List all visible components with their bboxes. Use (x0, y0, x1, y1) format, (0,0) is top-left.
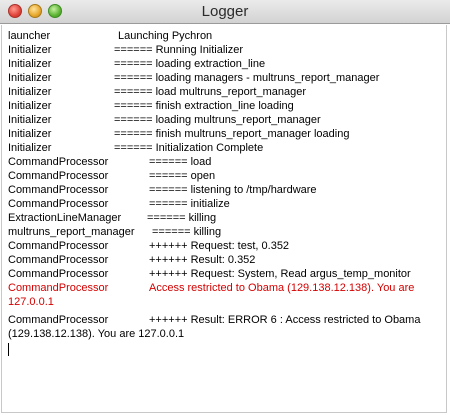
log-message: ====== load (149, 156, 212, 168)
log-source: Initializer (8, 58, 52, 70)
log-source: multruns_report_manager (8, 226, 135, 238)
log-line: Initializer ====== loading extraction_lin… (8, 57, 442, 71)
log-line: CommandProcessor ++++++ Result: 0.352 (8, 253, 442, 267)
log-source: Initializer (8, 114, 52, 126)
log-line: Initializer ====== Initialization Complet… (8, 141, 442, 155)
log-line: CommandProcessor ====== listening to /tmp… (8, 183, 442, 197)
log-source: CommandProcessor (8, 314, 109, 326)
log-source: Initializer (8, 142, 52, 154)
log-line: Initializer ====== loading managers - mul… (8, 71, 442, 85)
log-message: ====== Running Initializer (114, 44, 244, 56)
log-message: ====== load multruns_report_manager (114, 86, 307, 98)
log-source: Initializer (8, 86, 52, 98)
window-title: Logger (201, 3, 249, 20)
logger-window: Logger launcher Launching Pychron Initial… (0, 0, 450, 415)
log-line: CommandProcessor ++++++ Request: test, 0.… (8, 239, 442, 253)
log-line: Initializer ====== load multruns_report_m… (8, 85, 442, 99)
log-line: CommandProcessor ====== load (8, 155, 442, 169)
log-line: CommandProcessor ++++++ Request: System, … (8, 267, 442, 281)
log-message: ++++++ Request: test, 0.352 (149, 240, 290, 252)
log-message: ====== finish extraction_line loading (114, 100, 294, 112)
log-message: ====== finish multruns_report_manager lo… (114, 128, 350, 140)
log-source: Initializer (8, 44, 52, 56)
log-line: Initializer ====== Running Initializer (8, 43, 442, 57)
log-source: CommandProcessor (8, 240, 109, 252)
log-text-area[interactable]: launcher Launching Pychron Initializer ===… (1, 25, 447, 413)
log-source: CommandProcessor (8, 156, 109, 168)
log-source: CommandProcessor (8, 254, 109, 266)
title-bar[interactable]: Logger (0, 0, 450, 24)
log-source: CommandProcessor (8, 184, 109, 196)
log-line: CommandProcessor ====== initialize (8, 197, 442, 211)
log-message: ====== open (149, 170, 216, 182)
log-line: multruns_report_manager ====== killing (8, 225, 442, 239)
log-message: ++++++ Request: System, Read argus_temp_… (149, 268, 411, 280)
log-line-error: CommandProcessor Access restricted to Oba… (8, 281, 442, 309)
log-lines: launcher Launching Pychron Initializer ===… (8, 29, 442, 356)
log-source: Initializer (8, 72, 52, 84)
log-message: ++++++ Result: 0.352 (149, 254, 256, 266)
log-source: ExtractionLineManager (8, 212, 122, 224)
log-line: launcher Launching Pychron (8, 29, 442, 43)
log-message: ====== killing (147, 212, 217, 224)
log-line: CommandProcessor ++++++ Result: ERROR 6 :… (8, 313, 442, 341)
log-line: CommandProcessor ====== open (8, 169, 442, 183)
log-source: CommandProcessor (8, 282, 109, 294)
log-message: ====== listening to /tmp/hardware (149, 184, 317, 196)
log-source: CommandProcessor (8, 268, 109, 280)
log-message: ====== initialize (149, 198, 230, 210)
log-line: Initializer ====== finish multruns_report… (8, 127, 442, 141)
text-cursor (8, 343, 9, 356)
log-source: CommandProcessor (8, 170, 109, 182)
log-source: launcher (8, 30, 51, 42)
log-message: ====== killing (152, 226, 222, 238)
log-line: Initializer ====== loading multruns_repor… (8, 113, 442, 127)
log-line: ExtractionLineManager ====== killing (8, 211, 442, 225)
log-line: Initializer ====== finish extraction_line… (8, 99, 442, 113)
log-message: ====== loading extraction_line (114, 58, 266, 70)
log-message: Launching Pychron (118, 30, 213, 42)
log-message: ====== Initialization Complete (114, 142, 264, 154)
log-message: ====== loading multruns_report_manager (114, 114, 321, 126)
log-source: CommandProcessor (8, 198, 109, 210)
log-message: ====== loading managers - multruns_repor… (114, 72, 380, 84)
log-source: Initializer (8, 100, 52, 112)
log-source: Initializer (8, 128, 52, 140)
